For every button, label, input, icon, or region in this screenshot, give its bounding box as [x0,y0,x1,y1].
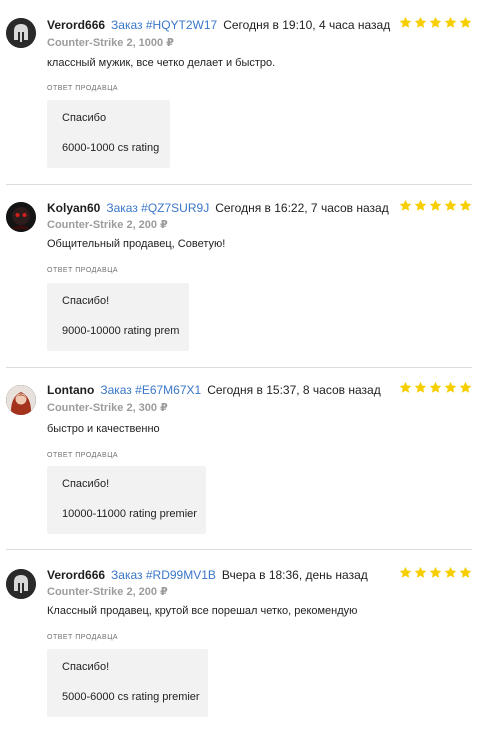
star-icon [429,566,442,579]
order-link[interactable]: Заказ #HQYT2W17 [111,18,217,32]
star-rating [399,16,472,29]
star-icon [444,16,457,29]
reply-line: Спасибо! [62,295,110,307]
review-date: Сегодня в 15:37, 8 часов назад [207,383,381,397]
order-link[interactable]: Заказ #RD99MV1B [111,568,216,582]
review-divider [6,184,472,185]
reply-line: Спасибо! [62,478,110,490]
seller-reply-label: ОТВЕТ ПРОДАВЦА [47,452,119,459]
username-link[interactable]: Kolyan60 [47,201,100,215]
star-icon [414,16,427,29]
username-link[interactable]: Lontano [47,383,94,397]
review-header: Verord666 Заказ #RD99MV1B Вчера в 18:36, д… [47,566,368,584]
star-icon [429,16,442,29]
star-icon [459,381,472,394]
seller-reply: Спасибо 6000-1000 cs rating [47,100,170,168]
star-icon [399,566,412,579]
game-price: Counter-Strike 2, 200 ₽ [47,219,168,231]
review-date: Вчера в 18:36, день назад [221,568,368,582]
review-header: Lontano Заказ #E67M67X1 Сегодня в 15:37, 8… [47,381,381,399]
seller-reply: Спасибо! 10000-11000 rating premier [47,466,206,534]
review-header: Verord666 Заказ #HQYT2W17 Сегодня в 19:10,… [47,16,390,34]
helmet-icon[interactable] [6,569,36,599]
review-header: Kolyan60 Заказ #QZ7SUR9J Сегодня в 16:22, … [47,199,389,217]
star-icon [444,566,457,579]
order-link[interactable]: Заказ #QZ7SUR9J [106,201,209,215]
reply-line: 9000-10000 rating prem [62,325,180,337]
review-text: быстро и качественно [47,423,160,435]
review-date: Сегодня в 19:10, 4 часа назад [223,18,391,32]
star-icon [459,199,472,212]
game-price: Counter-Strike 2, 300 ₽ [47,402,168,414]
star-icon [399,381,412,394]
reply-line: 6000-1000 cs rating [62,142,160,154]
review-text: классный мужик, все четко делает и быстр… [47,57,276,69]
review-date: Сегодня в 16:22, 7 часов назад [215,201,389,215]
star-rating [399,566,472,579]
star-icon [429,381,442,394]
star-icon [459,566,472,579]
reply-line: 10000-11000 rating premier [62,508,197,520]
dark-hooded-avatar[interactable] [6,202,36,232]
username-link[interactable]: Verord666 [47,568,105,582]
star-icon [414,199,427,212]
order-link[interactable]: Заказ #E67M67X1 [100,383,201,397]
star-icon [429,199,442,212]
reply-line: Спасибо [62,112,107,124]
seller-reply: Спасибо! 5000-6000 cs rating premier [47,649,208,717]
seller-reply-label: ОТВЕТ ПРОДАВЦА [47,634,119,641]
username-link[interactable]: Verord666 [47,18,105,32]
game-price: Counter-Strike 2, 1000 ₽ [47,37,174,49]
star-rating [399,199,472,212]
seller-reply: Спасибо! 9000-10000 rating prem [47,283,189,351]
star-icon [459,16,472,29]
reply-line: 5000-6000 cs rating premier [62,691,200,703]
helmet-icon[interactable] [6,18,36,48]
seller-reply-label: ОТВЕТ ПРОДАВЦА [47,267,119,274]
seller-reply-label: ОТВЕТ ПРОДАВЦА [47,85,119,92]
star-rating [399,381,472,394]
review-text: Классный продавец, крутой все порешал че… [47,605,358,617]
star-icon [414,381,427,394]
review-divider [6,367,472,368]
reply-line: Спасибо! [62,661,110,673]
star-icon [444,199,457,212]
redhead-avatar[interactable] [6,385,36,415]
game-price: Counter-Strike 2, 200 ₽ [47,586,168,598]
star-icon [444,381,457,394]
star-icon [399,16,412,29]
review-divider [6,549,472,550]
star-icon [414,566,427,579]
review-text: Общительный продавец, Советую! [47,238,226,250]
star-icon [399,199,412,212]
